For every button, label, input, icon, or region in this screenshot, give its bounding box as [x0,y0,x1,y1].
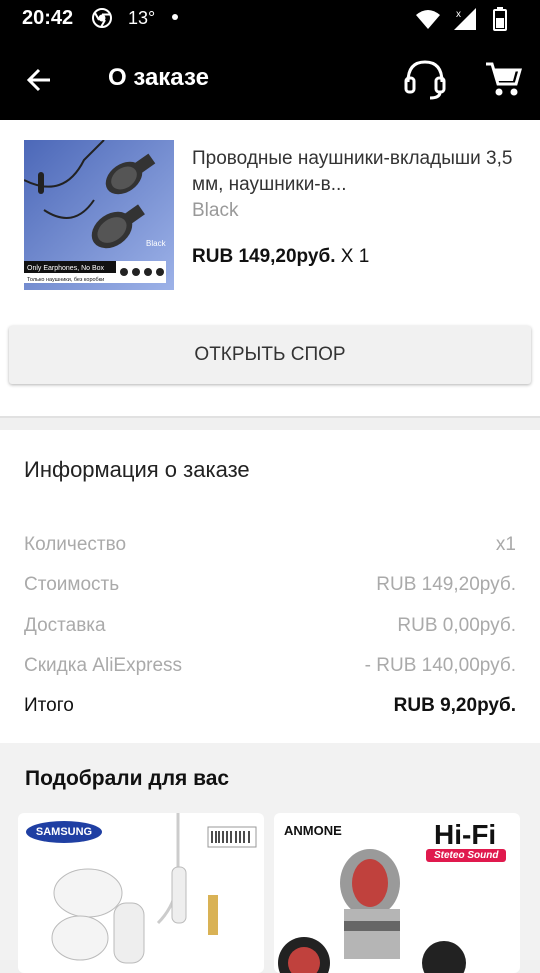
product-image-tag-text: Black [146,239,167,248]
stereo-badge: Steteo Sound [426,849,507,862]
recommendations-section: Подобрали для вас SAMSUNG ANMONE Hi-Fi S… [0,743,540,973]
info-row-label: Скидка AliExpress [24,655,183,676]
wifi-icon [416,10,440,29]
info-row-label: Стоимость [24,574,120,595]
page-title: О заказе [108,64,209,91]
info-row-value: RUB 9,20руб. [393,695,516,716]
open-dispute-button[interactable]: ОТКРЫТЬ СПОР [9,326,531,384]
status-time: 20:42 [22,7,74,29]
info-row-value: RUB 149,20руб. [376,574,516,595]
status-temperature: 13° [128,8,156,28]
order-info-card: Информация о заказе Количество x1 Стоимо… [0,430,540,743]
headset-icon [404,60,446,100]
recommendations-title: Подобрали для вас [25,767,230,790]
arrow-back-icon [26,68,50,92]
recommendation-card[interactable]: SAMSUNG [18,813,264,973]
hifi-headline: Hi-Fi [434,819,497,850]
info-row-value: RUB 0,00руб. [397,615,516,636]
notification-dot-icon [172,14,178,20]
signal-icon: x [454,8,476,30]
info-row-discount: Скидка AliExpress - RUB 140,00руб. [24,655,516,683]
info-row-label: Доставка [24,615,106,636]
battery-icon [493,7,507,31]
info-row-label: Количество [24,534,127,555]
product-image-caption: Only Earphones, No Box [27,265,105,272]
product-image[interactable]: Black Only Earphones, No Box Только науш… [24,140,174,290]
product-name[interactable]: Проводные наушники-вкладыши 3,5 мм, науш… [192,146,522,198]
info-row-value: x1 [495,534,516,555]
order-info-title: Информация о заказе [24,457,250,482]
cart-icon [486,62,522,96]
product-card: Black Only Earphones, No Box Только науш… [0,120,540,418]
status-bar: 20:42 13° x [0,0,540,38]
product-price: RUB 149,20руб. [192,246,336,267]
cart-button[interactable] [480,56,526,102]
back-button[interactable] [20,58,64,102]
info-row-cost: Стоимость RUB 149,20руб. [24,574,516,602]
recommendation-card[interactable]: ANMONE Hi-Fi Steteo Sound [274,813,520,973]
info-row-label: Итого [24,695,74,716]
support-button[interactable] [400,56,450,102]
info-row-quantity: Количество x1 [24,534,516,562]
app-bar: О заказе [0,38,540,120]
chrome-icon [92,8,112,28]
product-image-caption-ru: Только наушники, без коробки [27,277,104,283]
product-price-line: RUB 149,20руб. X 1 [192,246,369,268]
earphones-image [51,813,257,964]
info-row-value: - RUB 140,00руб. [364,655,516,676]
svg-text:x: x [456,9,461,20]
product-variant: Black [192,200,239,221]
info-row-total: Итого RUB 9,20руб. [24,695,516,723]
status-indicators: x [412,6,522,32]
product-quantity: X 1 [340,246,370,267]
info-row-shipping: Доставка RUB 0,00руб. [24,615,516,643]
brand-logo: ANMONE [284,823,342,838]
